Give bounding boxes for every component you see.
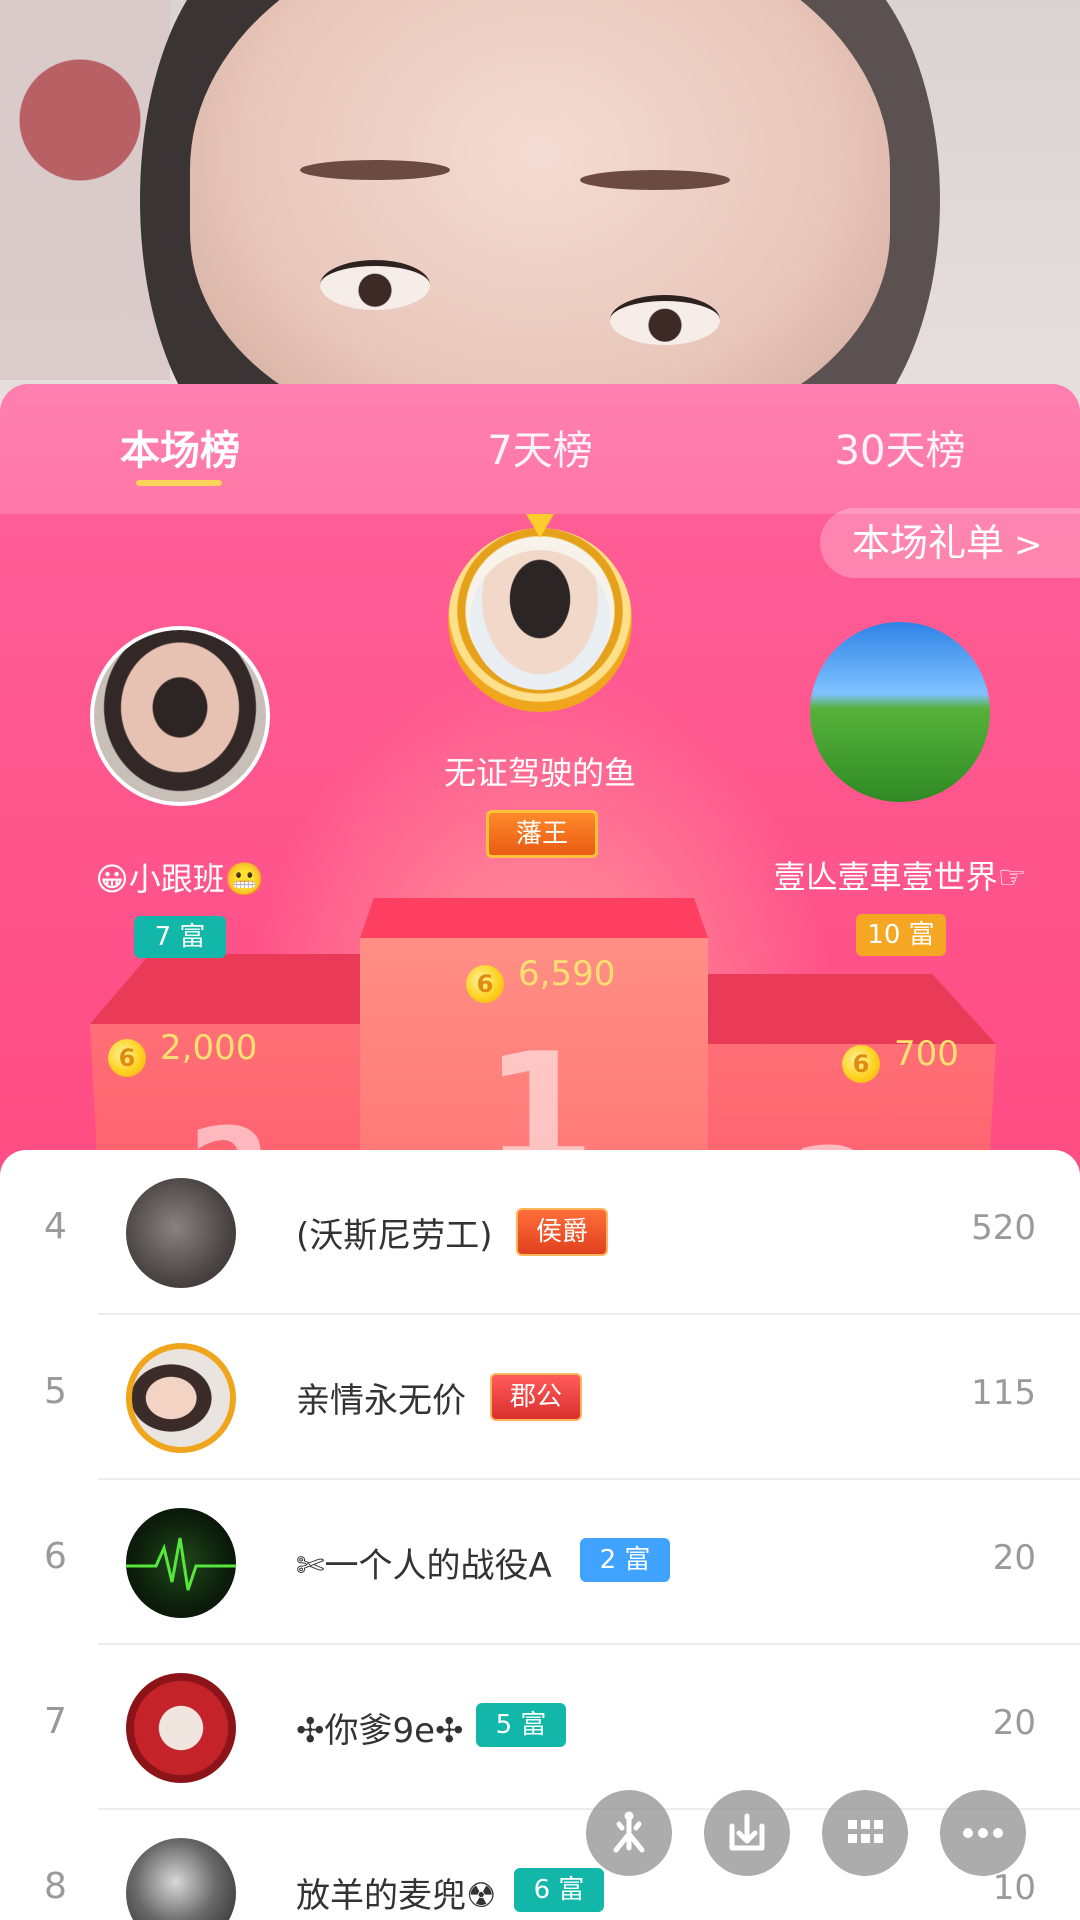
- rich-level-badge: 5 富: [476, 1703, 566, 1747]
- more-button[interactable]: [940, 1790, 1026, 1876]
- download-button[interactable]: [704, 1790, 790, 1876]
- user-name: ✄一个人的战役A: [296, 1546, 552, 1586]
- user-name: ✣你爹9e✣: [296, 1711, 464, 1751]
- rank-number: 7: [44, 1701, 67, 1742]
- list-item[interactable]: 6 ✄一个人的战役A 2 富 20: [0, 1480, 1080, 1645]
- rich-level-badge: 2 富: [580, 1538, 670, 1582]
- rank-number: 5: [44, 1371, 67, 1412]
- list-item[interactable]: 5 亲情永无价 郡公 115: [0, 1315, 1080, 1480]
- rank-number: 4: [44, 1206, 67, 1247]
- coin-icon: 6: [842, 1045, 880, 1083]
- user-name: 亲情永无价: [296, 1381, 466, 1421]
- first-place-coin-value: 6,590: [518, 954, 616, 994]
- user-name: 放羊的麦兜☢: [296, 1876, 497, 1916]
- third-place-avatar[interactable]: [810, 622, 990, 802]
- eyebrow-left: [300, 160, 450, 180]
- tab-30-days[interactable]: 30天榜: [770, 418, 1030, 476]
- third-place-coin-value: 700: [894, 1034, 959, 1074]
- second-place-badge: 7 富: [134, 916, 226, 958]
- eye-left: [320, 260, 430, 310]
- second-place-coin-value: 2,000: [160, 1028, 258, 1068]
- heartbeat-icon: [126, 1537, 236, 1591]
- download-icon: [729, 1813, 765, 1851]
- gift-list-label: 本场礼单: [852, 521, 1005, 565]
- second-place-coins: 6 2,000: [108, 1028, 257, 1077]
- coin-icon: 6: [108, 1039, 146, 1077]
- first-place-avatar[interactable]: [448, 528, 632, 712]
- second-place-name[interactable]: 😀小跟班😬: [40, 854, 320, 900]
- list-item[interactable]: 7 ✣你爹9e✣ 5 富 20: [0, 1645, 1080, 1810]
- streamer-face: [190, 0, 890, 420]
- third-place-name[interactable]: 壹亾壹車壹世界☞: [740, 852, 1060, 898]
- contribution-value: 520: [971, 1208, 1036, 1248]
- user-name: (沃斯尼劳工): [296, 1216, 493, 1256]
- first-place-coins: 6 6,590: [466, 954, 615, 1003]
- ranking-list: 4 (沃斯尼劳工) 侯爵 520 5 亲情永无价 郡公 115 6 ✄一个人的战…: [0, 1150, 1080, 1920]
- chevron-right-icon: >: [1014, 525, 1043, 565]
- eyebrow-right: [580, 170, 730, 190]
- star-spark-button[interactable]: [586, 1790, 672, 1876]
- avatar[interactable]: [126, 1838, 236, 1920]
- contribution-value: 115: [971, 1373, 1036, 1413]
- rank-number: 6: [44, 1536, 67, 1577]
- avatar[interactable]: [126, 1178, 236, 1288]
- grid-menu-button[interactable]: [822, 1790, 908, 1876]
- first-place-badge: 藩王: [486, 810, 598, 858]
- eye-right: [610, 295, 720, 345]
- grid-icon: [848, 1820, 883, 1843]
- list-item[interactable]: 4 (沃斯尼劳工) 侯爵 520: [0, 1150, 1080, 1315]
- tab-active-indicator: [136, 480, 222, 486]
- avatar[interactable]: [126, 1508, 236, 1618]
- star-spark-icon: [613, 1811, 645, 1853]
- third-place-badge: 10 富: [856, 914, 946, 956]
- podium-second-top: [90, 954, 362, 1024]
- second-place-avatar[interactable]: [90, 626, 270, 806]
- third-place-coins: 6 700: [842, 1034, 959, 1083]
- first-place-photo: [470, 550, 610, 690]
- first-place-name[interactable]: 无证驾驶的鱼: [390, 748, 690, 794]
- coin-icon: 6: [466, 965, 504, 1003]
- contribution-value: 20: [992, 1703, 1036, 1743]
- noble-badge: 郡公: [490, 1373, 582, 1421]
- tab-current-session[interactable]: 本场榜: [50, 418, 310, 476]
- rank-number: 8: [44, 1866, 67, 1907]
- contribution-value: 20: [992, 1538, 1036, 1578]
- avatar[interactable]: [126, 1673, 236, 1783]
- list-item[interactable]: 8 放羊的麦兜☢ 6 富 10: [0, 1810, 1080, 1920]
- more-icon: [963, 1828, 1003, 1838]
- tab-7-days[interactable]: 7天榜: [410, 418, 670, 476]
- noble-badge: 侯爵: [516, 1208, 608, 1256]
- avatar[interactable]: [126, 1343, 236, 1453]
- live-video-background: [0, 0, 1080, 420]
- gift-list-button[interactable]: 本场礼单 >: [820, 508, 1080, 578]
- podium-first-top: [360, 898, 708, 938]
- ranking-tabs: 本场榜 7天榜 30天榜: [0, 384, 1080, 514]
